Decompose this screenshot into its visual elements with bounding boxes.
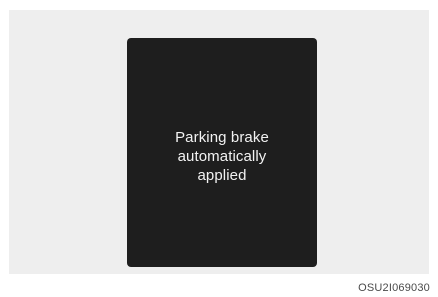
parking-brake-message: Parking brake automatically applied	[175, 129, 269, 184]
figure-code-label: OSU2I069030	[358, 282, 430, 294]
instrument-cluster-display: Parking brake automatically applied	[127, 38, 317, 267]
